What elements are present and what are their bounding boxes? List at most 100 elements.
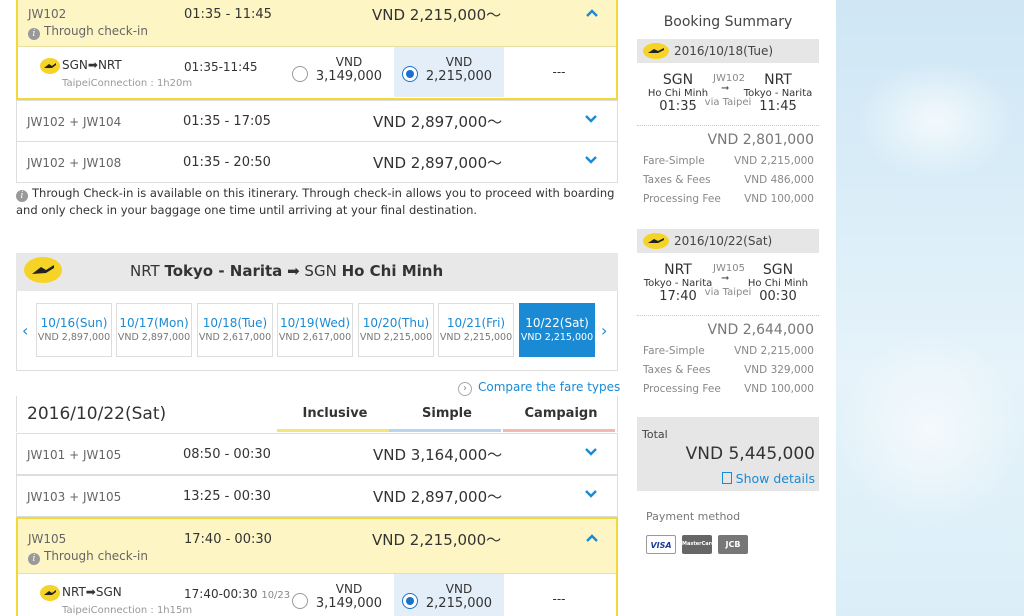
chevron-right-icon[interactable]: › [601,321,607,340]
flight-time: 08:50 - 00:30 [183,447,271,462]
flight-time: 13:25 - 00:30 [183,489,271,504]
radio-button-selected[interactable] [402,593,418,609]
fare-option-inclusive[interactable]: VND 3,149,000 [284,574,394,616]
flight-number: JW102 + JW104 [27,115,122,129]
flight-row[interactable]: JW102 + JW108 01:35 - 20:50 VND 2,897,00… [16,141,618,183]
date-option[interactable]: 10/18(Tue) VND 2,617,000 [197,303,273,357]
fare-type-simple: Simple [422,406,472,421]
fare-type-inclusive: Inclusive [302,406,368,421]
date-selector: ‹ 10/16(Sun) VND 2,897,000 10/17(Mon) VND … [16,291,618,371]
mastercard-icon: MasterCard [682,535,715,554]
jcb-card-icon: JCB [718,535,748,554]
chevron-up-icon[interactable] [584,5,600,21]
fare-bar-inclusive [277,429,389,432]
airline-logo-icon [643,43,669,59]
summary-leg: SGN JW102 NRT Ho Chi Minh ➞ Tokyo - Nari… [637,66,819,126]
fare-option-inclusive[interactable]: VND 3,149,000 [284,47,394,97]
chevron-up-icon[interactable] [584,530,600,546]
return-selected-flight[interactable]: JW105 i Through check-in 17:40 - 00:30 VN… [16,517,618,616]
segment-row: NRT➡SGN TaipeiConnection : 1h15m 17:40-0… [18,573,616,616]
total-box: Total VND 5,445,000 Show details [637,417,819,491]
summary-leg: NRT JW105 SGN Tokyo - Narita ➞ Ho Chi Mi… [637,256,819,316]
radio-button-selected[interactable] [402,66,418,82]
total-amount: VND 5,445,000 [685,444,815,464]
fare-option-simple[interactable]: VND 2,215,000 [394,47,504,97]
processing-fee-line: Processing Fee VND 100,000 [643,193,814,205]
visa-card-icon: VISA [646,535,676,554]
flight-price: VND 2,215,000〜 [372,531,502,549]
airline-logo-icon [24,257,62,283]
info-icon: i [28,553,40,565]
flight-time: 01:35 - 17:05 [183,114,271,129]
taxes-line: Taxes & Fees VND 486,000 [643,174,814,186]
show-details-link[interactable]: Show details [721,471,815,486]
date-option[interactable]: 10/20(Thu) VND 2,215,000 [358,303,434,357]
flight-price: VND 2,215,000〜 [372,6,502,24]
segment-route: SGN➡NRT [62,58,122,72]
selected-date: 2016/10/22(Sat) [27,404,167,424]
chevron-down-icon[interactable] [583,486,599,502]
booking-summary-title: Booking Summary [663,14,793,30]
chevron-right-circle-icon: › [458,382,472,396]
flight-time: 01:35 - 11:45 [184,7,272,22]
airline-logo-icon [40,585,60,601]
chevron-left-icon[interactable]: ‹ [22,321,28,340]
fare-option-simple[interactable]: VND 2,215,000 [394,574,504,616]
info-icon: i [16,190,28,202]
radio-button[interactable] [292,593,308,609]
flight-number: JW102 [28,7,67,21]
flight-price: VND 3,164,000〜 [373,446,503,464]
connection-info: TaipeiConnection : 1h20m [62,78,193,89]
chevron-down-icon[interactable] [583,444,599,460]
flight-row[interactable]: JW101 + JW105 08:50 - 00:30 VND 3,164,00… [16,433,618,475]
flight-price: VND 2,897,000〜 [373,113,503,131]
airline-logo-icon [643,233,669,249]
segment-route: NRT➡SGN [62,585,122,599]
date-option[interactable]: 10/16(Sun) VND 2,897,000 [36,303,112,357]
summary-leg-date: 2016/10/18(Tue) [637,39,819,63]
date-option[interactable]: 10/17(Mon) VND 2,897,000 [116,303,192,357]
return-section-header: NRT Tokyo - Narita ➡ SGN Ho Chi Minh [16,253,618,291]
outbound-selected-flight[interactable]: JW102 i Through check-in 01:35 - 11:45 VN… [16,0,618,100]
segment-time: 01:35-11:45 [184,60,258,74]
flight-price: VND 2,897,000〜 [373,154,503,172]
fare-line: Fare-Simple VND 2,215,000 [643,345,814,357]
info-icon: i [28,28,40,40]
segment-row: SGN➡NRT TaipeiConnection : 1h20m 01:35-1… [18,46,616,98]
chevron-down-icon[interactable] [583,152,599,168]
through-checkin-label: i Through check-in [28,549,148,565]
fare-option-campaign: --- [552,592,566,606]
date-option[interactable]: 10/21(Fri) VND 2,215,000 [438,303,514,357]
flight-number: JW101 + JW105 [27,448,122,462]
segment-time: 17:40-00:30 10/23 [184,587,291,601]
background-sky [836,0,1024,616]
date-option[interactable]: 10/19(Wed) VND 2,617,000 [277,303,353,357]
flight-time: 01:35 - 20:50 [183,155,271,170]
arrow-right-icon: ➞ [721,83,730,94]
taxes-line: Taxes & Fees VND 329,000 [643,364,814,376]
through-checkin-label: i Through check-in [28,24,148,40]
fare-bar-simple [389,429,501,432]
flight-row[interactable]: JW103 + JW105 13:25 - 00:30 VND 2,897,00… [16,475,618,517]
fare-line: Fare-Simple VND 2,215,000 [643,155,814,167]
leg-price: VND 2,801,000 [707,132,814,148]
flight-price: VND 2,897,000〜 [373,488,503,506]
flight-time: 17:40 - 00:30 [184,532,272,547]
summary-leg-date: 2016/10/22(Sat) [637,229,819,253]
processing-fee-line: Processing Fee VND 100,000 [643,383,814,395]
airline-logo-icon [40,58,60,74]
total-label: Total [642,428,668,441]
route-title: NRT Tokyo - Narita ➡ SGN Ho Chi Minh [130,262,444,280]
chevron-down-icon[interactable] [583,111,599,127]
flight-number: JW102 + JW108 [27,156,122,170]
flight-number: JW103 + JW105 [27,490,122,504]
fare-bar-campaign [503,429,615,432]
date-option-selected[interactable]: 10/22(Sat) VND 2,215,000 [519,303,595,357]
fare-type-campaign: Campaign [524,406,598,421]
flight-row[interactable]: JW102 + JW104 01:35 - 17:05 VND 2,897,00… [16,100,618,142]
compare-fare-types-link[interactable]: › Compare the fare types [458,380,620,396]
connection-info: TaipeiConnection : 1h15m [62,605,193,616]
radio-button[interactable] [292,66,308,82]
payment-method-label: Payment method [646,510,741,523]
flight-number: JW105 [28,532,67,546]
